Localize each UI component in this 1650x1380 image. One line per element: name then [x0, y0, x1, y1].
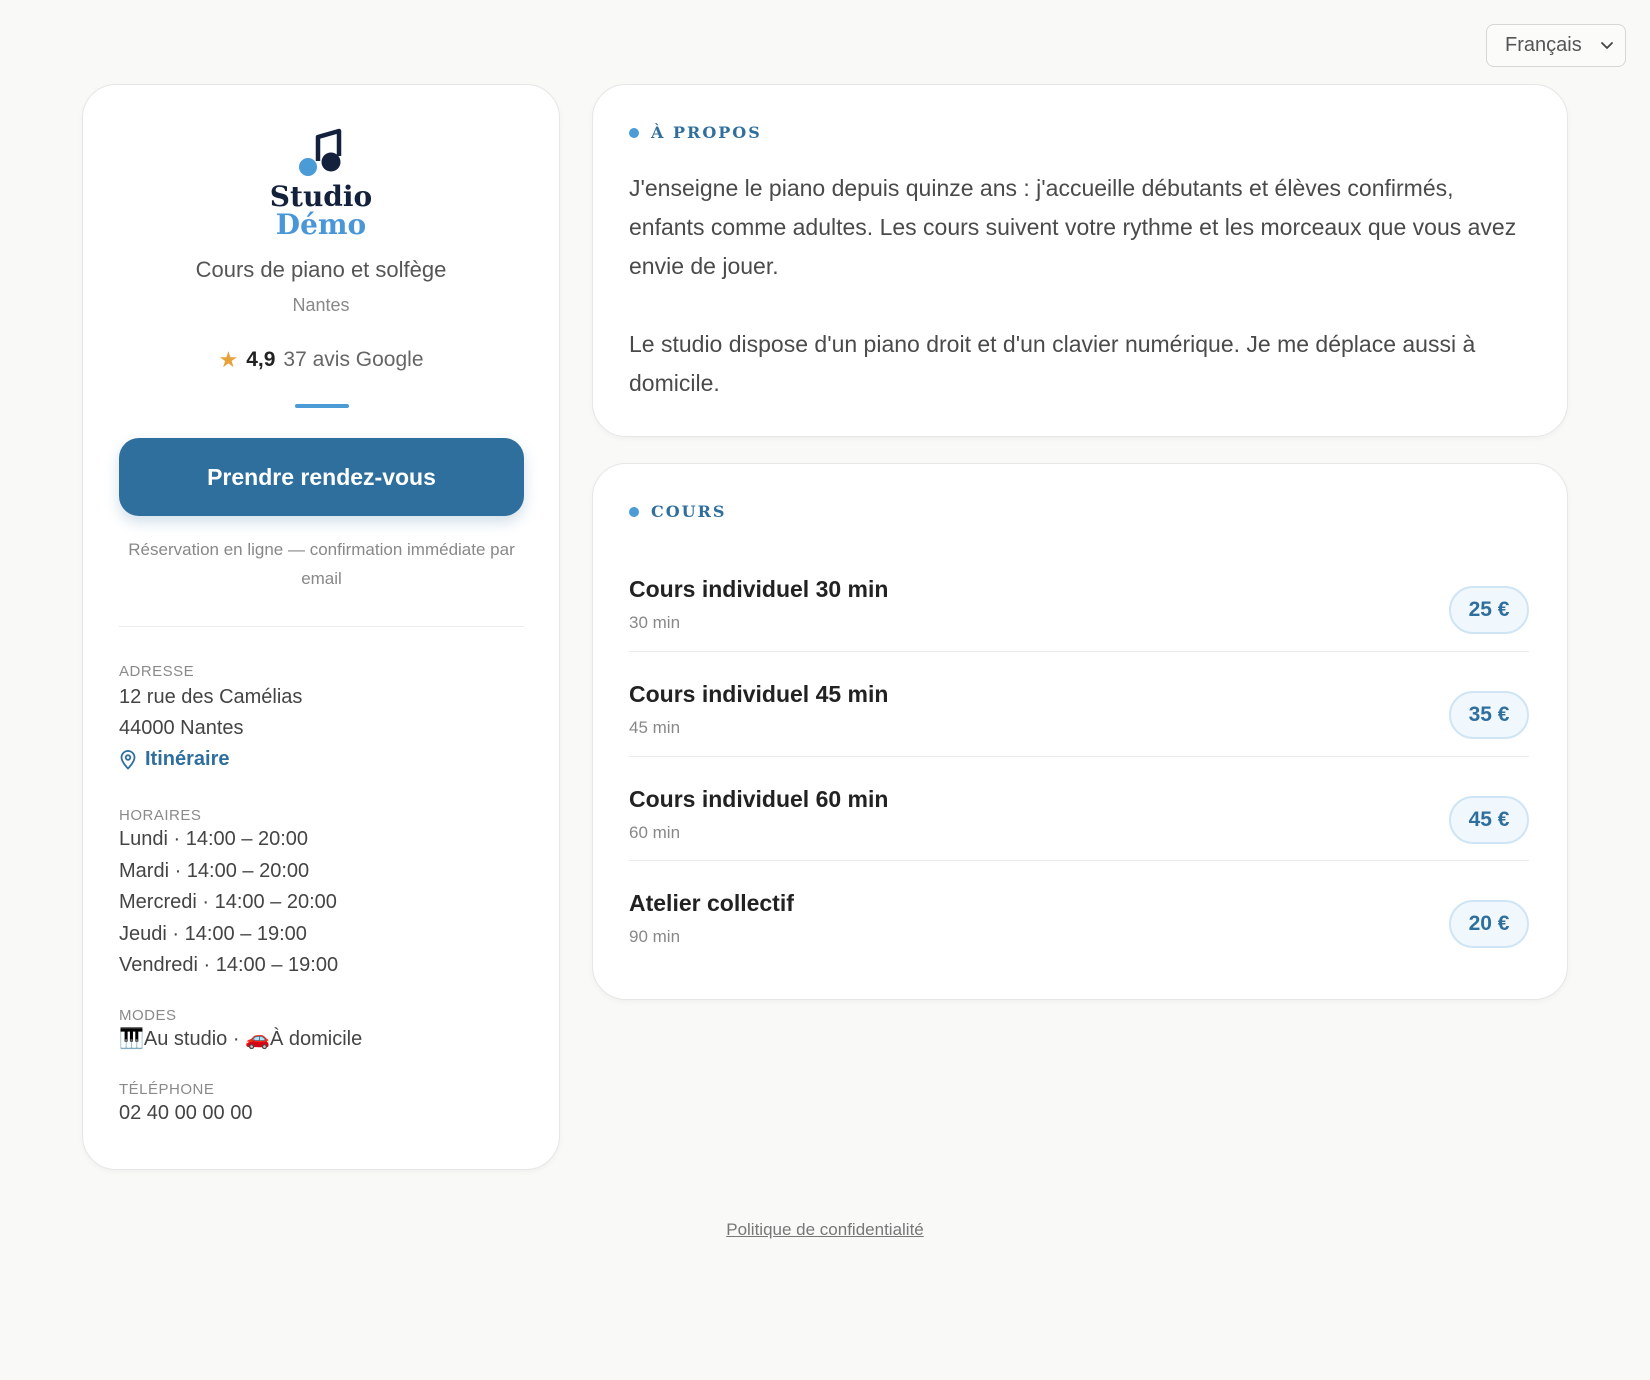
course-name: Cours individuel 30 min — [629, 576, 889, 602]
hours-row: Vendredi · 14:00 – 19:00 — [119, 954, 339, 976]
course-divider — [629, 756, 1529, 757]
studio-city: Nantes — [292, 295, 350, 315]
about-card: À PROPOS J'enseigne le piano depuis quin… — [592, 84, 1568, 437]
course-duration: 45 min — [629, 718, 681, 737]
language-select[interactable]: Français — [1486, 24, 1626, 67]
phone-section: TÉLÉPHONE 02 40 00 00 00 — [119, 1081, 524, 1129]
booking-note: Réservation en ligne — confirmation immé… — [128, 540, 515, 588]
course-price: 20 € — [1449, 900, 1529, 948]
hours-row: Jeudi · 14:00 – 19:00 — [119, 922, 307, 945]
phone-value[interactable]: 02 40 00 00 00 — [119, 1098, 524, 1129]
about-paragraph: J'enseigne le piano depuis quinze ans : … — [629, 175, 1517, 279]
accent-divider — [295, 404, 349, 408]
course-divider — [629, 860, 1529, 861]
star-icon: ★ — [218, 347, 239, 372]
bullet-dot-icon — [629, 506, 639, 517]
divider — [119, 626, 524, 627]
language-select-value: Français — [1505, 34, 1582, 56]
about-paragraph: Le studio dispose d'un piano droit et d'… — [629, 331, 1476, 396]
address-line-2: 44000 Nantes — [119, 717, 244, 739]
course-duration: 90 min — [629, 927, 681, 946]
logo-text-studio: Studio — [269, 180, 373, 213]
course-name: Cours individuel 45 min — [629, 681, 889, 707]
map-pin-icon — [120, 749, 136, 770]
address-section: ADRESSE 12 rue des Camélias 44000 Nantes… — [119, 663, 524, 771]
hours-section: HORAIRES Lundi · 14:00 – 20:00 Mardi · 1… — [119, 807, 524, 982]
courses-title: COURS — [651, 502, 727, 521]
hours-row: Mercredi · 14:00 – 20:00 — [119, 891, 337, 913]
about-heading: À PROPOS — [629, 123, 762, 142]
course-duration: 30 min — [629, 613, 681, 632]
privacy-policy-link[interactable]: Politique de confidentialité — [0, 1220, 1650, 1240]
logo-text-demo: Démo — [275, 208, 367, 241]
chevron-down-icon — [1601, 42, 1613, 49]
course-name: Cours individuel 60 min — [629, 786, 889, 812]
rating-score: 4,9 — [246, 348, 276, 371]
course-duration: 60 min — [629, 823, 681, 842]
course-price: 25 € — [1449, 586, 1529, 634]
address-label: ADRESSE — [119, 663, 195, 680]
modes-section: MODES 🎹Au studio · 🚗À domicile — [119, 1007, 524, 1055]
courses-heading: COURS — [629, 502, 726, 521]
about-title: À PROPOS — [651, 123, 762, 142]
directions-label: Itinéraire — [145, 748, 230, 770]
book-appointment-button[interactable]: Prendre rendez-vous — [119, 438, 524, 516]
phone-label: TÉLÉPHONE — [119, 1081, 215, 1098]
music-note-icon — [299, 128, 342, 176]
hours-row: Mardi · 14:00 – 20:00 — [119, 859, 310, 882]
studio-logo: Studio Démo — [83, 127, 559, 239]
bullet-dot-icon — [629, 127, 639, 138]
about-text: J'enseigne le piano depuis quinze ans : … — [629, 169, 1529, 403]
profile-card: Studio Démo Cours de piano et solfège Na… — [82, 84, 560, 1170]
address-line-1: 12 rue des Camélias — [119, 686, 303, 708]
rating: ★ 4,9 37 avis Google — [83, 347, 559, 373]
directions-link[interactable]: Itinéraire — [119, 748, 524, 771]
course-divider — [629, 651, 1529, 652]
modes-value: 🎹Au studio · 🚗À domicile — [119, 1028, 363, 1050]
modes-label: MODES — [119, 1007, 177, 1024]
course-price: 35 € — [1449, 691, 1529, 739]
course-item: Atelier collectif 90 min 20 € — [629, 875, 1529, 980]
studio-subtitle: Cours de piano et solfège — [195, 257, 447, 282]
hours-label: HORAIRES — [119, 807, 202, 824]
hours-row: Lundi · 14:00 – 20:00 — [119, 828, 309, 850]
courses-card: COURS Cours individuel 30 min 30 min 25 … — [592, 463, 1568, 1000]
rating-reviews[interactable]: 37 avis Google — [283, 348, 423, 372]
course-price: 45 € — [1449, 796, 1529, 844]
course-name: Atelier collectif — [629, 890, 794, 916]
